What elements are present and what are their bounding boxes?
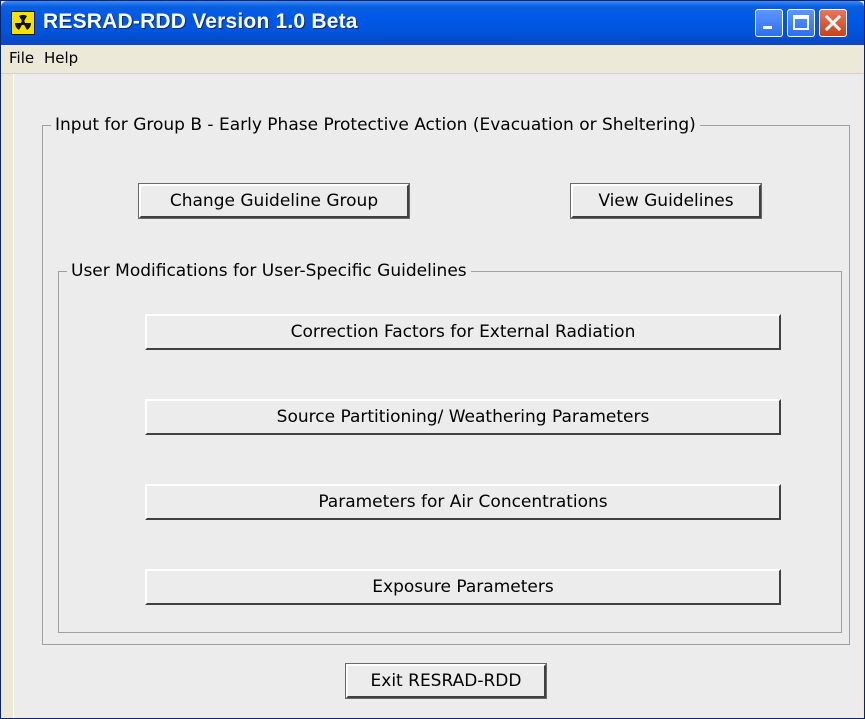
maximize-icon — [793, 15, 809, 30]
radiation-icon — [11, 11, 35, 35]
window-title: RESRAD-RDD Version 1.0 Beta — [43, 10, 358, 33]
correction-factors-button[interactable]: Correction Factors for External Radiatio… — [145, 314, 781, 350]
exposure-parameters-button[interactable]: Exposure Parameters — [145, 569, 781, 605]
change-guideline-group-button[interactable]: Change Guideline Group — [138, 183, 410, 219]
close-icon — [824, 14, 842, 32]
air-concentrations-button[interactable]: Parameters for Air Concentrations — [145, 484, 781, 520]
exit-button[interactable]: Exit RESRAD-RDD — [345, 663, 547, 699]
minimize-button[interactable] — [755, 9, 783, 37]
source-partitioning-button[interactable]: Source Partitioning/ Weathering Paramete… — [145, 399, 781, 435]
main-group-legend: Input for Group B - Early Phase Protecti… — [55, 115, 696, 135]
app-window: RESRAD-RDD Version 1.0 Beta File Help In… — [0, 0, 865, 719]
menu-bar: File Help — [1, 45, 864, 74]
minimize-icon — [763, 26, 772, 29]
user-modifications-legend: User Modifications for User-Specific Gui… — [71, 261, 467, 281]
menu-help[interactable]: Help — [44, 49, 78, 67]
close-button[interactable] — [819, 9, 847, 37]
view-guidelines-button[interactable]: View Guidelines — [570, 183, 762, 219]
dialog-content: Input for Group B - Early Phase Protecti… — [13, 74, 862, 718]
title-bar[interactable]: RESRAD-RDD Version 1.0 Beta — [1, 1, 864, 45]
maximize-button[interactable] — [787, 9, 815, 37]
menu-file[interactable]: File — [9, 49, 34, 67]
